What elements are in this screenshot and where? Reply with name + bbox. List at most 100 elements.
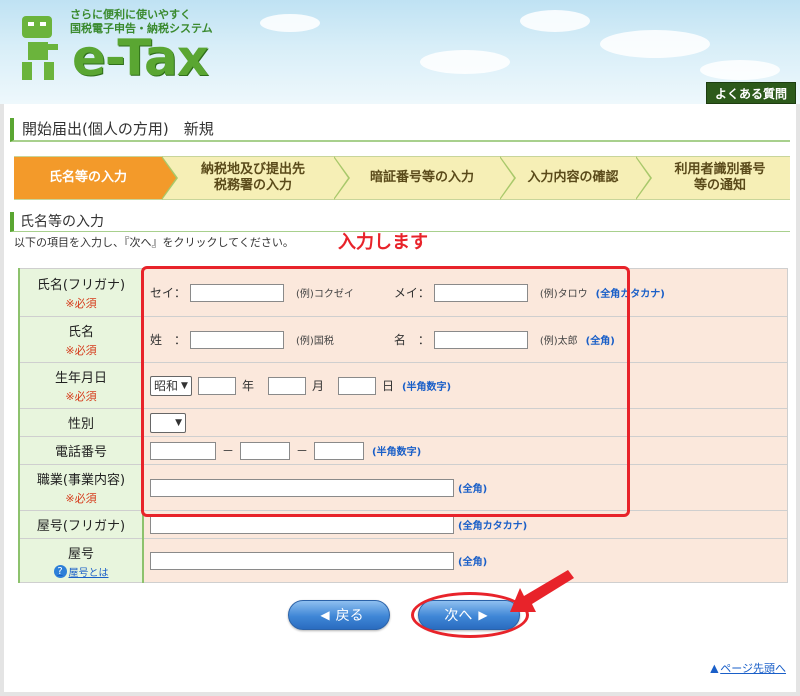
- input-hint: (半角数字): [372, 447, 422, 458]
- step-2: 納税地及び提出先 税務署の入力: [162, 156, 350, 200]
- input-hint: (全角): [585, 336, 615, 347]
- field-value-cell: 姓 ： (例)国税 名 ： (例)太郎 (全角): [142, 316, 788, 363]
- step-label: 納税地及び提出先 税務署の入力: [200, 162, 305, 193]
- chevron-down-icon: ▼: [181, 380, 188, 391]
- input-hint: (全角カタカナ): [595, 289, 665, 300]
- cloud-decoration: [260, 14, 320, 32]
- sei-kana-input[interactable]: [190, 283, 285, 302]
- step-arrow: [334, 158, 348, 198]
- step-label: 氏名等の入力: [48, 170, 127, 185]
- field-label: 生年月日: [54, 371, 107, 386]
- phone-part-1-input[interactable]: [150, 441, 216, 460]
- birth-day-input[interactable]: [337, 376, 376, 395]
- phone-separator: －: [222, 444, 235, 458]
- era-value: 昭和: [154, 379, 179, 393]
- step-5: 利用者識別番号 等の通知: [636, 156, 790, 200]
- annotation-label: 入力します: [338, 232, 428, 253]
- field-label: 屋号(フリガナ): [36, 519, 126, 534]
- required-mark: ※必須: [65, 297, 97, 310]
- etax-mascot-icon: [22, 16, 58, 80]
- field-label-cell: 氏名 ※必須: [18, 316, 144, 363]
- field-label-cell: 電話番号: [18, 436, 144, 465]
- field-label-cell: 職業(事業内容) ※必須: [18, 464, 144, 511]
- input-hint: (全角): [458, 557, 488, 568]
- day-unit: 日: [381, 379, 394, 393]
- field-label-cell: 生年月日 ※必須: [18, 362, 144, 409]
- trade-kana-input[interactable]: [150, 515, 454, 534]
- job-input[interactable]: [150, 478, 454, 497]
- sei-input[interactable]: [190, 330, 285, 349]
- field-label: 性別: [67, 417, 94, 432]
- logo-text: e-Tax: [72, 29, 209, 87]
- step-arrow: [500, 158, 514, 198]
- cloud-decoration: [520, 10, 590, 32]
- page-title: 開始届出(個人の方用) 新規: [10, 118, 790, 142]
- next-button[interactable]: 次へ ▶: [418, 600, 520, 630]
- arrow-up-icon: ▲: [710, 662, 719, 674]
- era-select[interactable]: 昭和 ▼: [150, 375, 192, 396]
- progress-steps: 氏名等の入力 納税地及び提出先 税務署の入力 暗証番号等の入力 入力内容の確認 …: [14, 156, 790, 200]
- phone-part-2-input[interactable]: [240, 441, 291, 460]
- form-row-name: 氏名 ※必須 姓 ： (例)国税 名 ： (例)太郎 (全角): [18, 316, 788, 363]
- mei-kana-input[interactable]: [433, 283, 528, 302]
- field-value-cell: (全角): [142, 464, 788, 511]
- input-hint: (半角数字): [401, 382, 452, 393]
- field-label-cell: 性別: [18, 408, 144, 437]
- form-row-gender: 性別 ▼: [18, 408, 788, 437]
- field-value-cell: － － (半角数字): [142, 436, 788, 465]
- step-label: 入力内容の確認: [527, 170, 619, 185]
- year-unit: 年: [241, 379, 254, 393]
- page-top-label: ページ先頭へ: [720, 662, 786, 675]
- step-arrow: [162, 158, 176, 198]
- form-row-phone: 電話番号 － － (半角数字): [18, 436, 788, 465]
- form-row-trade: 屋号 ? 屋号とは (全角): [18, 538, 788, 583]
- back-button[interactable]: ◀ 戻る: [288, 600, 390, 630]
- cloud-decoration: [600, 30, 710, 58]
- step-arrow: [636, 158, 650, 198]
- field-value-cell: セイ： (例)コクゼイ メイ： (例)タロウ (全角カタカナ): [142, 268, 788, 317]
- gender-select[interactable]: ▼: [150, 412, 186, 433]
- birth-month-input[interactable]: [267, 376, 306, 395]
- step-label: 利用者識別番号 等の通知: [674, 162, 766, 193]
- mei-example: (例)太郎: [539, 336, 578, 347]
- mei-kana-example: (例)タロウ: [539, 289, 588, 300]
- chevron-down-icon: ▼: [175, 417, 182, 428]
- cloud-decoration: [420, 50, 510, 74]
- sei-label: 姓 ：: [150, 333, 187, 347]
- field-value-cell: 昭和 ▼ 年 月 日 (半角数字): [142, 362, 788, 409]
- field-label: 屋号: [67, 546, 94, 562]
- field-label-cell: 氏名(フリガナ) ※必須: [18, 268, 144, 317]
- help-link-text: 屋号とは: [68, 567, 109, 579]
- field-label-cell: 屋号(フリガナ): [18, 510, 144, 539]
- mei-label: 名 ：: [393, 333, 430, 347]
- arrow-right-icon: ▶: [478, 608, 488, 622]
- input-hint: (全角カタカナ): [458, 521, 528, 532]
- field-value-cell: ▼: [142, 408, 788, 437]
- field-label: 電話番号: [54, 445, 107, 460]
- month-unit: 月: [311, 379, 324, 393]
- arrow-left-icon: ◀: [320, 608, 330, 622]
- phone-part-3-input[interactable]: [314, 441, 365, 460]
- sei-kana-label: セイ：: [150, 286, 187, 300]
- trade-input[interactable]: [150, 551, 454, 570]
- page-top-link[interactable]: ▲ ページ先頭へ: [711, 660, 786, 676]
- step-4: 入力内容の確認: [500, 156, 652, 200]
- faq-button[interactable]: よくある質問: [706, 82, 796, 104]
- field-label: 職業(事業内容): [36, 473, 126, 488]
- birth-year-input[interactable]: [197, 376, 236, 395]
- required-mark: ※必須: [65, 492, 97, 505]
- required-mark: ※必須: [65, 344, 97, 357]
- instructions-text: 以下の項目を入力し、『次へ』をクリックしてください。: [14, 236, 294, 249]
- mei-input[interactable]: [433, 330, 528, 349]
- back-button-label: 戻る: [335, 608, 364, 624]
- input-hint: (全角): [458, 484, 488, 495]
- phone-separator: －: [296, 444, 309, 458]
- form-row-birth: 生年月日 ※必須 昭和 ▼ 年 月 日 (半角数字): [18, 362, 788, 409]
- field-label: 氏名: [67, 325, 94, 340]
- required-mark: ※必須: [65, 390, 97, 403]
- next-button-label: 次へ: [444, 608, 473, 624]
- step-1: 氏名等の入力: [14, 156, 178, 200]
- form-row-job: 職業(事業内容) ※必須 (全角): [18, 464, 788, 511]
- trade-help-link[interactable]: ? 屋号とは: [53, 564, 109, 579]
- help-icon: ?: [53, 564, 67, 578]
